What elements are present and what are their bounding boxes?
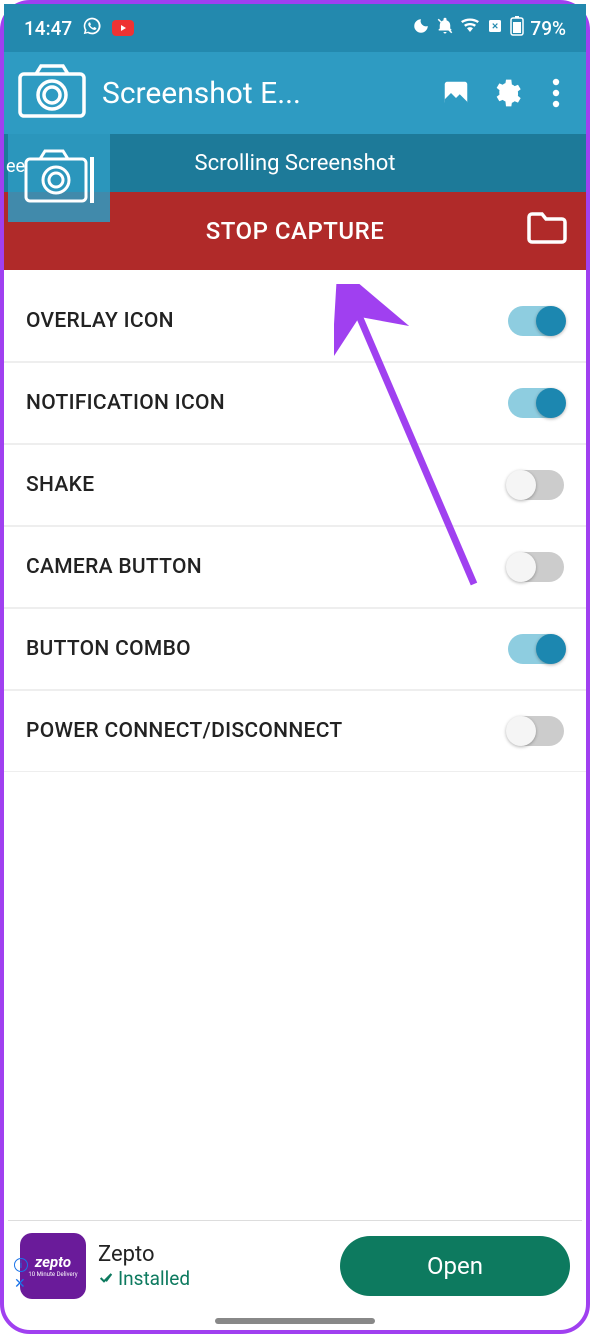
ad-banner[interactable]: i ✕ zepto 10 Minute Delivery Zepto Insta…: [8, 1220, 582, 1310]
ad-info: Zepto Installed: [98, 1242, 328, 1290]
toggle-switch[interactable]: [508, 716, 564, 746]
ad-status: Installed: [98, 1267, 328, 1290]
sim-icon: ✕: [486, 17, 504, 40]
whatsapp-icon: [82, 16, 102, 41]
setting-row[interactable]: OVERLAY ICON: [4, 280, 586, 362]
setting-row[interactable]: POWER CONNECT/DISCONNECT: [4, 690, 586, 772]
setting-row[interactable]: BUTTON COMBO: [4, 608, 586, 690]
gear-icon[interactable]: [488, 75, 524, 111]
ad-info-icon[interactable]: i ✕: [14, 1258, 28, 1292]
setting-row[interactable]: NOTIFICATION ICON: [4, 362, 586, 444]
toggle-knob: [506, 470, 536, 500]
folder-icon[interactable]: [526, 211, 568, 251]
stop-capture-label: STOP CAPTURE: [206, 217, 385, 245]
toggle-switch[interactable]: [508, 470, 564, 500]
toggle-knob: [506, 552, 536, 582]
mute-bell-icon: [436, 17, 454, 40]
gallery-icon[interactable]: [438, 75, 474, 111]
dnd-moon-icon: [412, 17, 430, 40]
app-title: Screenshot E...: [102, 76, 424, 111]
setting-label: SHAKE: [26, 473, 94, 497]
battery-percent: 79%: [530, 17, 566, 40]
toggle-knob: [536, 388, 566, 418]
toggle-switch[interactable]: [508, 388, 564, 418]
ad-logo: zepto 10 Minute Delivery: [20, 1233, 86, 1299]
setting-row[interactable]: SHAKE: [4, 444, 586, 526]
toggle-knob: [536, 306, 566, 336]
setting-label: POWER CONNECT/DISCONNECT: [26, 719, 343, 743]
status-time: 14:47: [24, 17, 72, 40]
setting-label: OVERLAY ICON: [26, 309, 174, 333]
wifi-icon: [460, 17, 480, 40]
settings-list: OVERLAY ICON NOTIFICATION ICON SHAKE CAMERA…: [4, 280, 586, 772]
more-vert-icon[interactable]: [538, 75, 574, 111]
home-indicator[interactable]: [215, 1318, 375, 1324]
svg-text:✕: ✕: [492, 22, 499, 32]
status-bar: 14:47 ✕ 79%: [4, 4, 586, 52]
toggle-switch[interactable]: [508, 634, 564, 664]
overlay-edge-text: ee: [6, 156, 25, 177]
app-bar: Screenshot E...: [4, 52, 586, 134]
floating-camera-overlay[interactable]: ee: [8, 132, 110, 222]
sub-header-title: Scrolling Screenshot: [195, 151, 396, 176]
app-camera-icon: [16, 62, 88, 124]
setting-label: NOTIFICATION ICON: [26, 391, 225, 415]
toggle-switch[interactable]: [508, 306, 564, 336]
battery-icon: [510, 16, 524, 41]
toggle-knob: [536, 634, 566, 664]
youtube-icon: [112, 20, 134, 36]
ad-open-button[interactable]: Open: [340, 1236, 570, 1296]
ad-cta-label: Open: [427, 1252, 483, 1280]
setting-row[interactable]: CAMERA BUTTON: [4, 526, 586, 608]
ad-tagline: 10 Minute Delivery: [28, 1271, 77, 1278]
toggle-knob: [506, 716, 536, 746]
ad-brand: zepto: [35, 1253, 71, 1271]
toggle-switch[interactable]: [508, 552, 564, 582]
setting-label: BUTTON COMBO: [26, 637, 191, 661]
ad-name: Zepto: [98, 1242, 328, 1267]
setting-label: CAMERA BUTTON: [26, 555, 202, 579]
